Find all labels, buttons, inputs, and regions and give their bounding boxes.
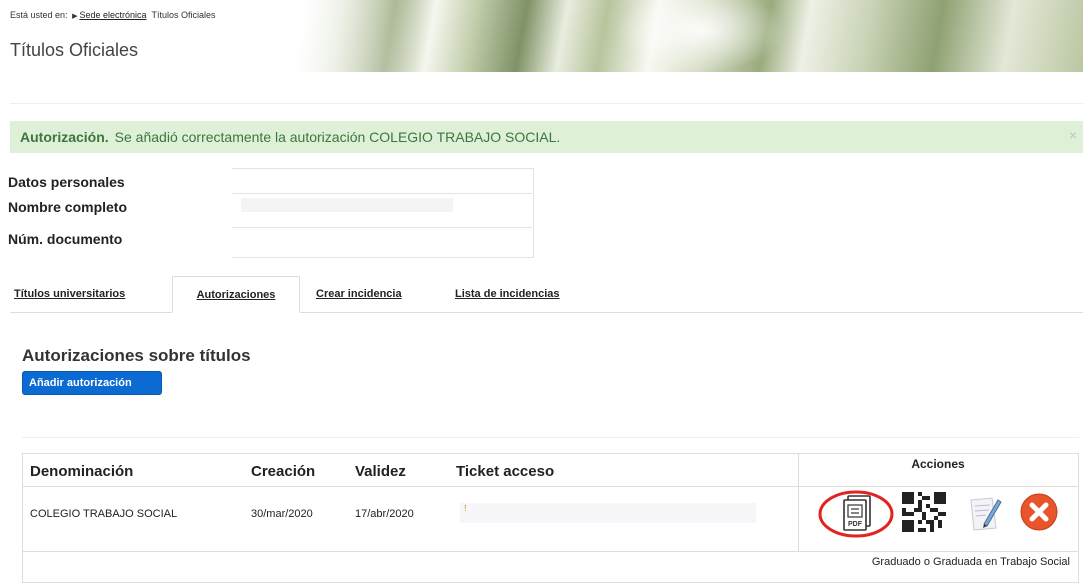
- breadcrumb-current: Títulos Oficiales: [151, 10, 216, 20]
- add-authorization-button[interactable]: Añadir autorización: [22, 371, 162, 395]
- tab-titulos-universitarios[interactable]: Títulos universitarios: [14, 288, 125, 300]
- ticket-access-field[interactable]: !: [460, 503, 756, 523]
- breadcrumb-link-sede[interactable]: Sede electrónica: [79, 10, 146, 20]
- alert-title: Autorización.: [20, 129, 109, 145]
- pdf-document-icon[interactable]: PDF: [818, 490, 894, 538]
- personal-heading: Datos personales: [8, 174, 125, 190]
- close-icon[interactable]: ×: [1069, 127, 1077, 143]
- edit-pencil-icon[interactable]: [962, 490, 1006, 534]
- name-label: Nombre completo: [8, 199, 128, 215]
- alert-message: Se añadió correctamente la autorización …: [114, 129, 561, 145]
- qr-code-icon[interactable]: [902, 492, 946, 536]
- delete-x-icon[interactable]: [1018, 492, 1062, 536]
- name-value-redacted: [241, 198, 453, 212]
- col-header-ticket: Ticket acceso: [456, 463, 555, 480]
- section-title: Autorizaciones sobre títulos: [22, 346, 251, 365]
- tab-crear-incidencia[interactable]: Crear incidencia: [316, 288, 402, 300]
- col-header-denominacion: Denominación: [30, 463, 134, 480]
- page-title: Títulos Oficiales: [10, 40, 139, 60]
- ticket-value: !: [464, 503, 467, 513]
- document-label: Núm. documento: [8, 231, 123, 247]
- col-header-acciones: Acciones: [911, 457, 965, 471]
- breadcrumb: Está usted en: ▶ Sede electrónica Títulos…: [10, 10, 216, 20]
- svg-text:PDF: PDF: [848, 521, 863, 528]
- tab-autorizaciones[interactable]: Autorizaciones: [172, 276, 300, 313]
- tab-lista-incidencias[interactable]: Lista de incidencias: [455, 288, 560, 300]
- cell-denominacion: COLEGIO TRABAJO SOCIAL: [30, 508, 178, 520]
- divider: [22, 437, 1079, 438]
- tabs-baseline: [10, 312, 1083, 313]
- breadcrumb-arrow-icon: ▶: [72, 13, 78, 20]
- col-header-validez: Validez: [355, 463, 406, 480]
- cell-validez: 17/abr/2020: [355, 508, 414, 520]
- degree-note: Graduado o Graduada en Trabajo Social: [871, 556, 1070, 568]
- breadcrumb-prefix: Está usted en:: [10, 10, 68, 20]
- divider: [10, 103, 1083, 104]
- success-alert: Autorización. Se añadió correctamente la …: [10, 121, 1083, 153]
- cell-creacion: 30/mar/2020: [251, 508, 313, 520]
- col-header-creacion: Creación: [251, 463, 316, 480]
- personal-values-box: [232, 168, 534, 258]
